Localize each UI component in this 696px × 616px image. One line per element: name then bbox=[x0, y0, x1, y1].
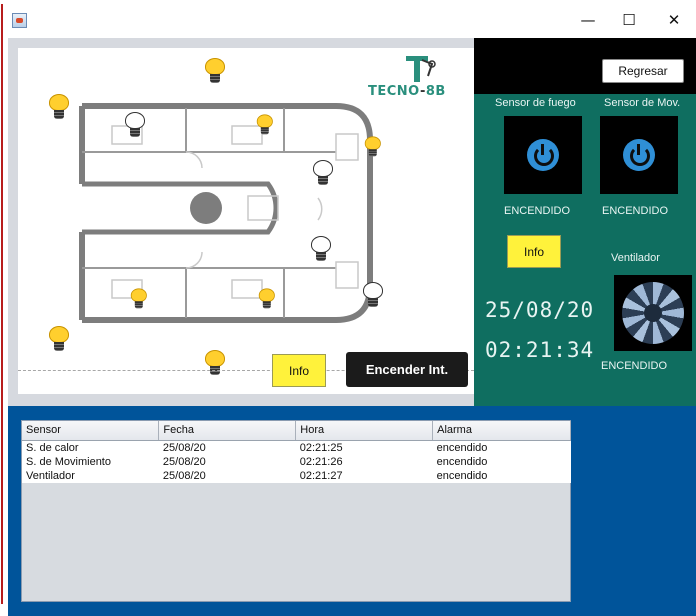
regresar-button[interactable]: Regresar bbox=[602, 59, 684, 83]
lightbulb-off-icon[interactable] bbox=[354, 274, 390, 314]
sensor-fuego-toggle[interactable] bbox=[504, 116, 582, 194]
lightbulb-on-icon[interactable] bbox=[40, 318, 76, 358]
date-display: 25/08/20 bbox=[485, 298, 595, 322]
table-row[interactable]: S. de calor 25/08/20 02:21:25 encendido bbox=[22, 440, 571, 455]
maximize-button[interactable]: ☐ bbox=[614, 8, 644, 32]
power-icon bbox=[623, 139, 655, 171]
cell-sensor: Ventilador bbox=[22, 468, 159, 483]
column-header-alarma[interactable]: Alarma bbox=[432, 421, 571, 441]
cell-alarma: encendido bbox=[432, 454, 571, 469]
close-button[interactable]: ✕ bbox=[659, 8, 689, 32]
lightbulb-on-icon[interactable] bbox=[196, 342, 232, 382]
map-info-button[interactable]: Info bbox=[272, 354, 326, 387]
cell-hora: 02:21:27 bbox=[295, 468, 433, 483]
title-bar: — ☐ ✕ bbox=[0, 0, 696, 38]
cell-sensor: S. de calor bbox=[22, 440, 159, 455]
lightbulb-on-icon[interactable] bbox=[250, 108, 279, 140]
lightbulb-off-icon[interactable] bbox=[116, 104, 152, 144]
logo-text: TECNO-8B bbox=[368, 84, 446, 99]
tecno-8b-logo: TECNO-8B bbox=[368, 54, 458, 106]
cell-hora: 02:21:25 bbox=[295, 440, 433, 455]
mov-status: ENCENDIDO bbox=[602, 205, 669, 217]
fan-icon bbox=[622, 282, 684, 344]
control-panel: Regresar Sensor de fuego Sensor de Mov. … bbox=[474, 38, 696, 406]
lightbulb-off-icon[interactable] bbox=[304, 152, 340, 192]
cell-alarma: encendido bbox=[432, 468, 571, 483]
lightbulb-on-icon[interactable] bbox=[124, 282, 153, 314]
time-display: 02:21:34 bbox=[485, 338, 595, 362]
column-header-hora[interactable]: Hora bbox=[295, 421, 434, 441]
lightbulb-on-icon[interactable] bbox=[196, 50, 232, 90]
sensor-log-table[interactable]: Sensor Fecha Hora Alarma S. de calor 25/… bbox=[21, 420, 571, 602]
sensor-mov-toggle[interactable] bbox=[600, 116, 678, 194]
java-app-icon bbox=[12, 13, 27, 28]
window-edge bbox=[0, 0, 8, 616]
ventilador-label: Ventilador bbox=[611, 252, 660, 264]
control-info-button[interactable]: Info bbox=[507, 235, 561, 268]
encender-int-button[interactable]: Encender Int. bbox=[346, 352, 468, 387]
lightbulb-off-icon[interactable] bbox=[302, 228, 338, 268]
lightbulb-on-icon[interactable] bbox=[40, 86, 76, 126]
table-row[interactable]: S. de Movimiento 25/08/20 02:21:26 encen… bbox=[22, 454, 571, 469]
cell-fecha: 25/08/20 bbox=[158, 468, 296, 483]
fuego-status: ENCENDIDO bbox=[504, 205, 571, 217]
lightbulb-on-icon[interactable] bbox=[358, 130, 387, 162]
cell-alarma: encendido bbox=[432, 440, 571, 455]
table-header-row: Sensor Fecha Hora Alarma bbox=[22, 421, 571, 441]
main-window: TECNO-8B Info Encender Int. Regresar Sen… bbox=[8, 38, 696, 616]
power-icon bbox=[527, 139, 559, 171]
sensor-mov-label: Sensor de Mov. bbox=[604, 97, 681, 109]
ventilador-toggle[interactable] bbox=[614, 275, 692, 351]
cell-fecha: 25/08/20 bbox=[158, 454, 296, 469]
cell-sensor: S. de Movimiento bbox=[22, 454, 159, 469]
column-header-sensor[interactable]: Sensor bbox=[22, 421, 160, 441]
ventilador-status: ENCENDIDO bbox=[601, 360, 668, 372]
cell-hora: 02:21:26 bbox=[295, 454, 433, 469]
column-header-fecha[interactable]: Fecha bbox=[158, 421, 297, 441]
table-row[interactable]: Ventilador 25/08/20 02:21:27 encendido bbox=[22, 468, 571, 483]
cell-fecha: 25/08/20 bbox=[158, 440, 296, 455]
minimize-button[interactable]: — bbox=[573, 8, 603, 32]
sensor-fuego-label: Sensor de fuego bbox=[495, 97, 576, 109]
floor-plan-panel: TECNO-8B Info Encender Int. bbox=[18, 48, 474, 394]
lightbulb-on-icon[interactable] bbox=[252, 282, 281, 314]
